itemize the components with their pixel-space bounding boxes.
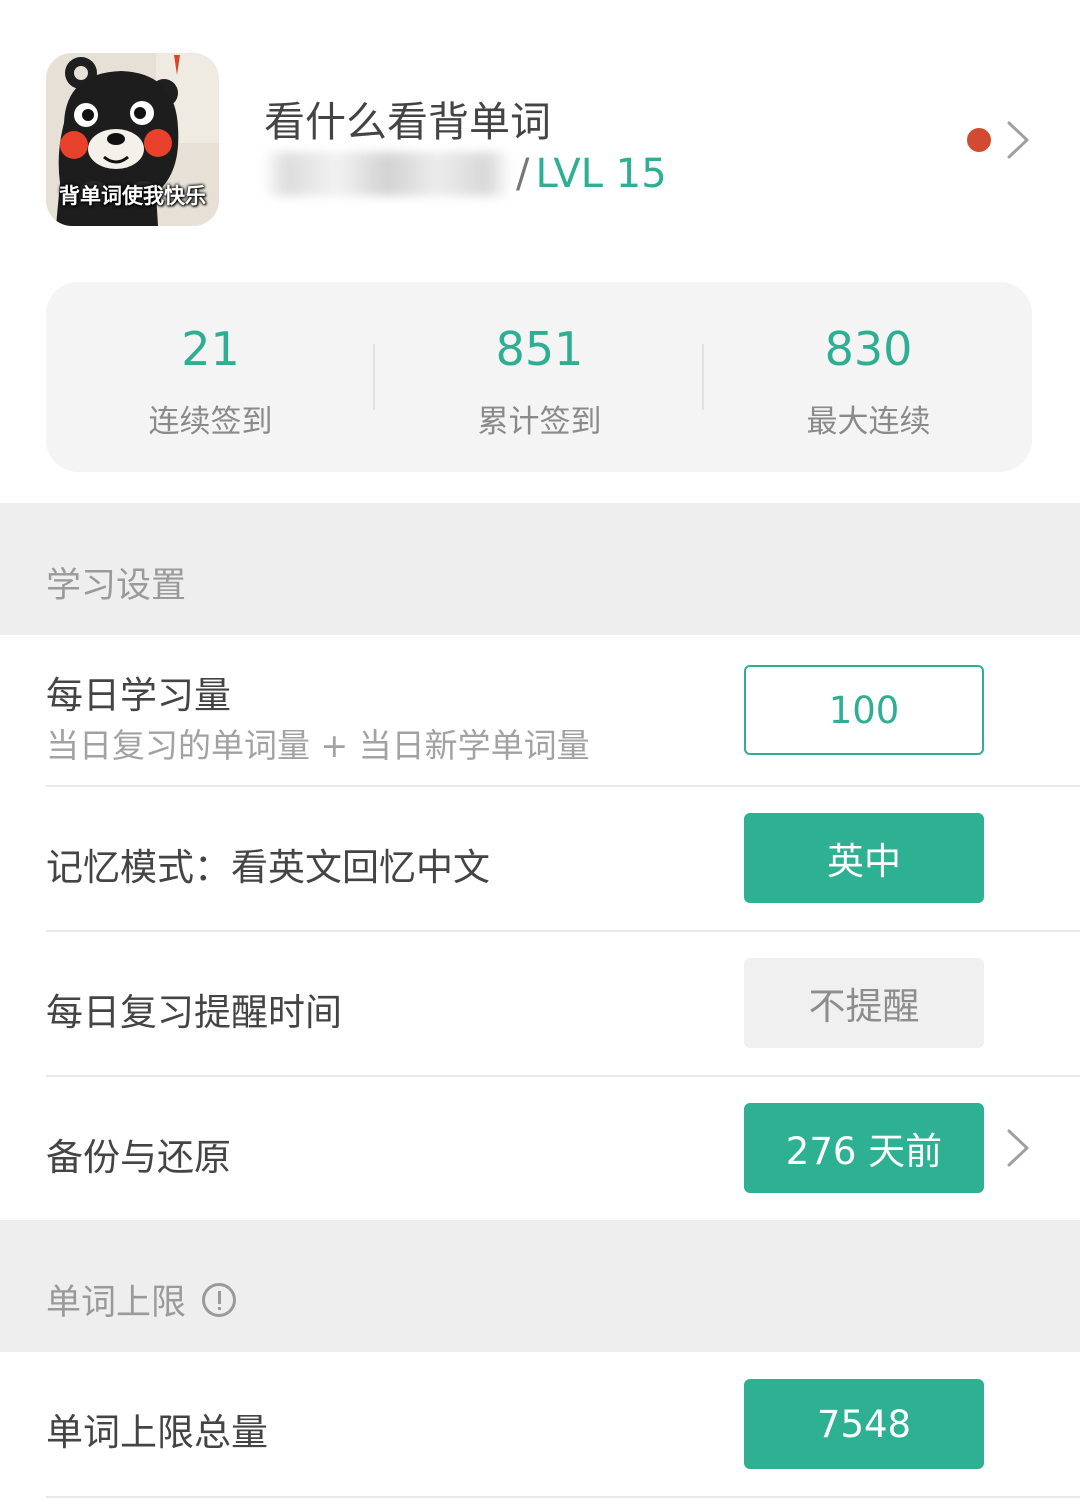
checkin-stats-card: 21 连续签到 851 累计签到 830 最大连续 xyxy=(46,282,1032,472)
setting-label: 记忆模式：看英文回忆中文 xyxy=(46,846,490,889)
memory-mode-button[interactable]: 英中 xyxy=(744,813,984,903)
section-study-settings: 学习设置 xyxy=(0,503,1080,635)
profile-header[interactable]: 背单词使我快乐 看什么看背单词 / LVL 15 xyxy=(0,0,1080,270)
avatar-caption: 背单词使我快乐 xyxy=(59,184,206,208)
section-title: 学习设置 xyxy=(46,557,186,608)
stat-label: 最大连续 xyxy=(806,404,931,440)
section-title-text: 单词上限 xyxy=(46,1283,187,1323)
section-word-limit: 单词上限 xyxy=(0,1220,1080,1352)
setting-sublabel: 当日复习的单词量 + 当日新学单词量 xyxy=(46,726,590,765)
stat-value: 851 xyxy=(495,322,584,376)
stat-total-checkin: 851 累计签到 xyxy=(375,282,704,472)
setting-label: 每日学习量 xyxy=(46,674,231,717)
stat-value: 830 xyxy=(824,322,913,376)
level-separator: / xyxy=(516,151,530,197)
setting-label: 备份与还原 xyxy=(46,1136,231,1179)
user-level: LVL 15 xyxy=(535,151,667,197)
notification-dot xyxy=(967,128,991,152)
setting-backup-restore[interactable]: 备份与还原 276 天前 xyxy=(0,1077,1080,1220)
user-id-row: / LVL 15 xyxy=(262,146,667,202)
stat-label: 累计签到 xyxy=(477,404,602,440)
setting-daily-amount: 每日学习量 当日复习的单词量 + 当日新学单词量 100 xyxy=(0,635,1080,787)
row-divider xyxy=(46,1496,1080,1498)
chevron-right-icon[interactable] xyxy=(1006,1128,1030,1168)
setting-word-limit-total: 单词上限总量 7548 xyxy=(0,1352,1080,1500)
info-icon[interactable] xyxy=(202,1282,237,1317)
stat-label: 连续签到 xyxy=(148,404,273,440)
nickname: 看什么看背单词 xyxy=(264,98,551,146)
setting-review-reminder: 每日复习提醒时间 不提醒 xyxy=(0,932,1080,1077)
redacted-user-id xyxy=(262,152,512,196)
setting-label: 每日复习提醒时间 xyxy=(46,991,342,1034)
stat-value: 21 xyxy=(181,322,240,376)
stat-max-streak: 830 最大连续 xyxy=(704,282,1033,472)
chevron-right-icon[interactable] xyxy=(1006,120,1030,160)
setting-memory-mode: 记忆模式：看英文回忆中文 英中 xyxy=(0,787,1080,932)
setting-label: 单词上限总量 xyxy=(46,1411,268,1454)
backup-restore-button[interactable]: 276 天前 xyxy=(744,1103,984,1193)
section-title: 单词上限 xyxy=(46,1274,237,1325)
avatar[interactable]: 背单词使我快乐 xyxy=(46,53,219,226)
stat-consecutive-checkin: 21 连续签到 xyxy=(46,282,375,472)
section-title-text: 学习设置 xyxy=(46,566,187,606)
review-reminder-button[interactable]: 不提醒 xyxy=(744,958,984,1048)
word-limit-total-button[interactable]: 7548 xyxy=(744,1379,984,1469)
daily-amount-input[interactable]: 100 xyxy=(744,665,984,755)
